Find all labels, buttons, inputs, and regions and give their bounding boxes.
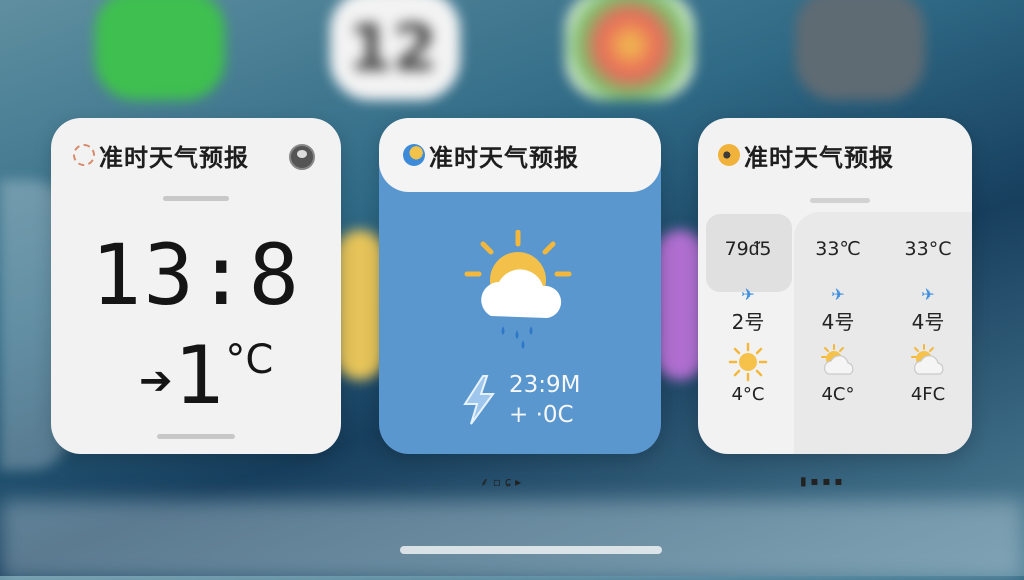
wind-level: 4号 [821,310,855,334]
widget-title: 准时天气预报 [744,143,894,172]
bottom-divider [157,434,235,439]
high-temperature: 79ᵭ5 [724,238,772,260]
page-indicator-glyphs: ⸙ ▫ ɕ ▸ [480,474,522,489]
blurred-app-icon-facetime [95,0,225,100]
widget-title: 准时天气预报 [429,143,579,172]
widget-header: 准时天气预报 [698,118,972,192]
blurred-app-icon-notes [335,230,385,380]
app-logo-icon [73,144,95,166]
sun-icon [708,342,788,382]
app-logo-icon [718,144,740,166]
high-temperature: 33°C [904,238,952,260]
blurred-app-icon-camera [795,0,925,100]
clock-time: 13:8 [90,226,302,324]
weather-summary: 23:9M + ·0C [459,370,581,430]
forecast-line-1: 23:9M [509,372,581,398]
blurred-app-icon-photos [565,0,695,100]
blurred-app-icon-calendar: 12 [330,0,460,100]
blurred-dock [0,500,1024,580]
app-logo-icon [403,144,425,166]
page-indicator-center[interactable]: ⸙ ▫ ɕ ▸ [480,472,521,490]
temperature-value: 1 [174,329,226,422]
current-temperature: ➔ 1 °C [139,336,273,416]
wind-arrow-icon: ➔ [139,358,173,404]
top-divider [810,198,870,203]
temperature-unit: °C [225,337,274,383]
low-temperature: 4°C [731,384,765,405]
forecast-day-1[interactable]: 79ᵭ5 ✈ 2号 4°C [708,214,788,405]
low-temperature: 4C° [821,384,855,405]
partly-cloudy-icon [798,342,878,382]
lightning-icon [463,375,495,425]
top-divider [163,196,229,201]
low-temperature: 4FC [910,384,946,405]
wind-level: 4号 [911,310,945,334]
wind-level: 2号 [731,310,765,334]
calendar-date: 12 [348,12,438,86]
wind-direction-icon: ✈ [921,285,935,304]
partly-cloudy-rain-icon [464,230,572,349]
partly-cloudy-icon [888,342,968,382]
widget-header: 准时天气预报 [379,118,661,192]
forecast-day-2[interactable]: 33℃ ✈ 4号 4C° [798,214,878,405]
widget-title: 准时天气预报 [99,143,249,172]
page-indicator-glyphs: ▮ ▪ ▪ ▪ [800,474,843,488]
home-indicator[interactable] [400,546,662,554]
profile-icon[interactable] [289,144,315,170]
weather-widget-blue[interactable]: 准时天气预报 23:9M + ·0C [379,118,661,454]
forecast-line-2: + ·0C [509,402,574,428]
page-indicator-right[interactable]: ▮ ▪ ▪ ▪ [800,472,842,490]
wind-direction-icon: ✈ [831,285,845,304]
weather-widget-small-clock[interactable]: 准时天气预报 13:8 ➔ 1 °C [51,118,341,454]
weather-widget-forecast[interactable]: 准时天气预报 79ᵭ5 ✈ 2号 4°C 33℃ ✈ 4号 4C° 33°C ✈… [698,118,972,454]
forecast-day-3[interactable]: 33°C ✈ 4号 4FC [888,214,968,405]
wind-direction-icon: ✈ [741,285,755,304]
high-temperature: 33℃ [815,238,861,260]
